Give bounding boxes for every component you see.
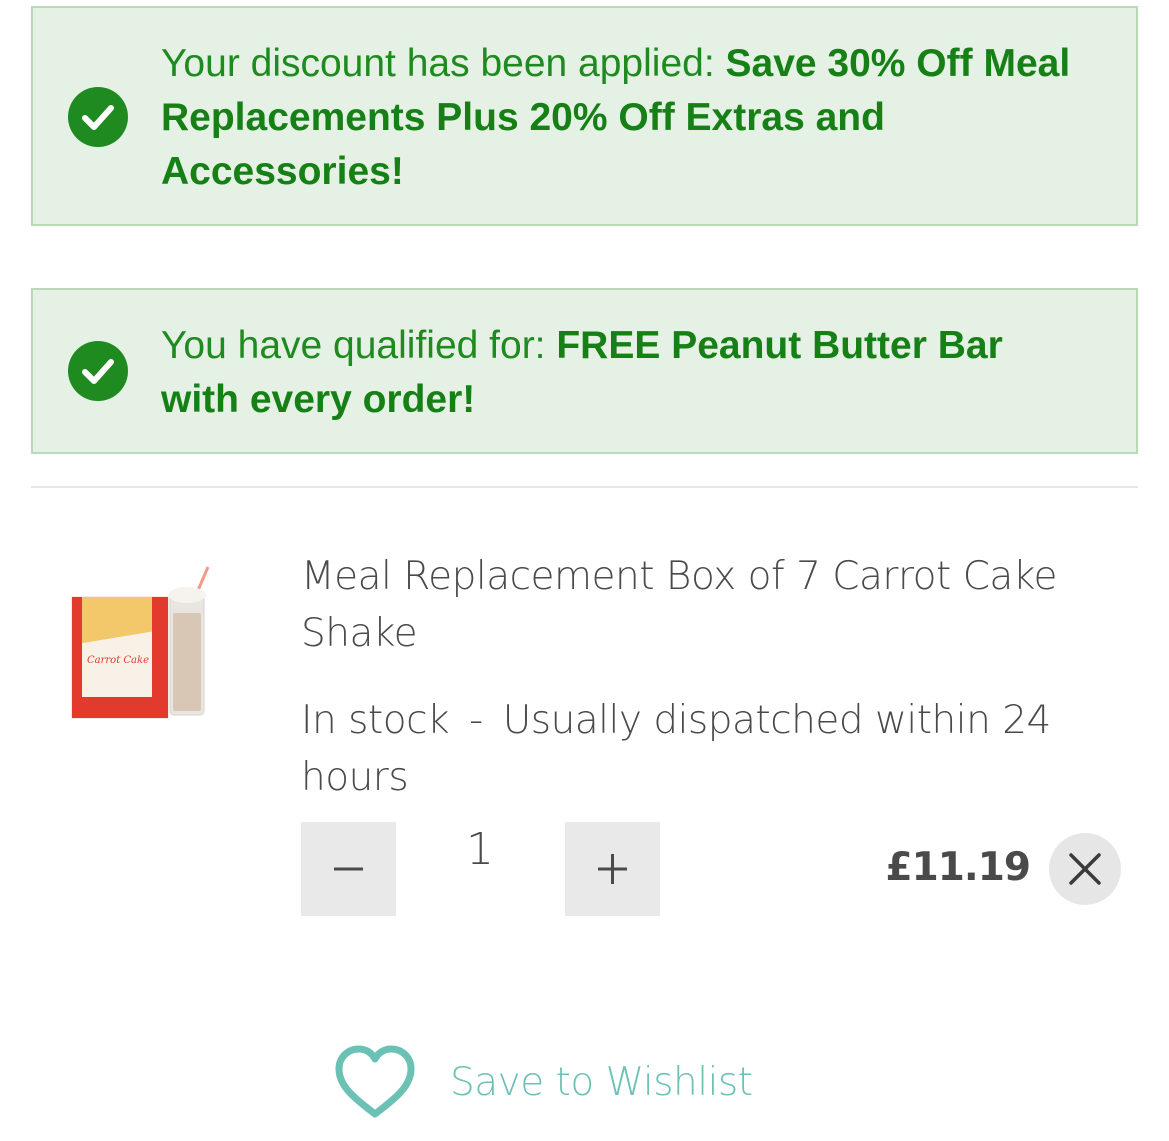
product-title[interactable]: Meal Replacement Box of 7 Carrot Cake Sh…	[301, 548, 1091, 662]
stock-separator: -	[469, 698, 483, 743]
discount-message: Your discount has been applied: Save 30%…	[161, 37, 1088, 199]
check-circle-icon	[68, 341, 128, 401]
free-gift-banner: You have qualified for: FREE Peanut Butt…	[31, 288, 1138, 454]
remove-item-button[interactable]	[1049, 833, 1121, 905]
minus-icon	[334, 867, 363, 871]
stock-info: In stock - Usually dispatched within 24 ho…	[301, 692, 1091, 806]
discount-prefix: Your discount has been applied:	[161, 42, 726, 85]
stock-status: In stock	[301, 698, 450, 743]
discount-applied-banner: Your discount has been applied: Save 30%…	[31, 6, 1138, 226]
product-image-label: Carrot Cake	[87, 655, 149, 666]
item-price: £11.19	[885, 845, 1032, 890]
divider	[31, 486, 1138, 488]
close-icon	[1069, 853, 1101, 885]
product-image[interactable]: Carrot Cake	[68, 565, 213, 725]
check-circle-icon	[68, 87, 128, 147]
free-gift-prefix: You have qualified for:	[161, 324, 557, 367]
heart-icon	[335, 1045, 415, 1118]
decrease-quantity-button[interactable]	[301, 822, 396, 916]
quantity-value[interactable]: 1	[440, 822, 520, 878]
plus-icon	[598, 854, 627, 884]
increase-quantity-button[interactable]	[565, 822, 660, 916]
wishlist-label: Save to Wishlist	[450, 1059, 753, 1105]
save-to-wishlist-button[interactable]: Save to Wishlist	[334, 1044, 753, 1120]
free-gift-message: You have qualified for: FREE Peanut Butt…	[161, 319, 1088, 427]
